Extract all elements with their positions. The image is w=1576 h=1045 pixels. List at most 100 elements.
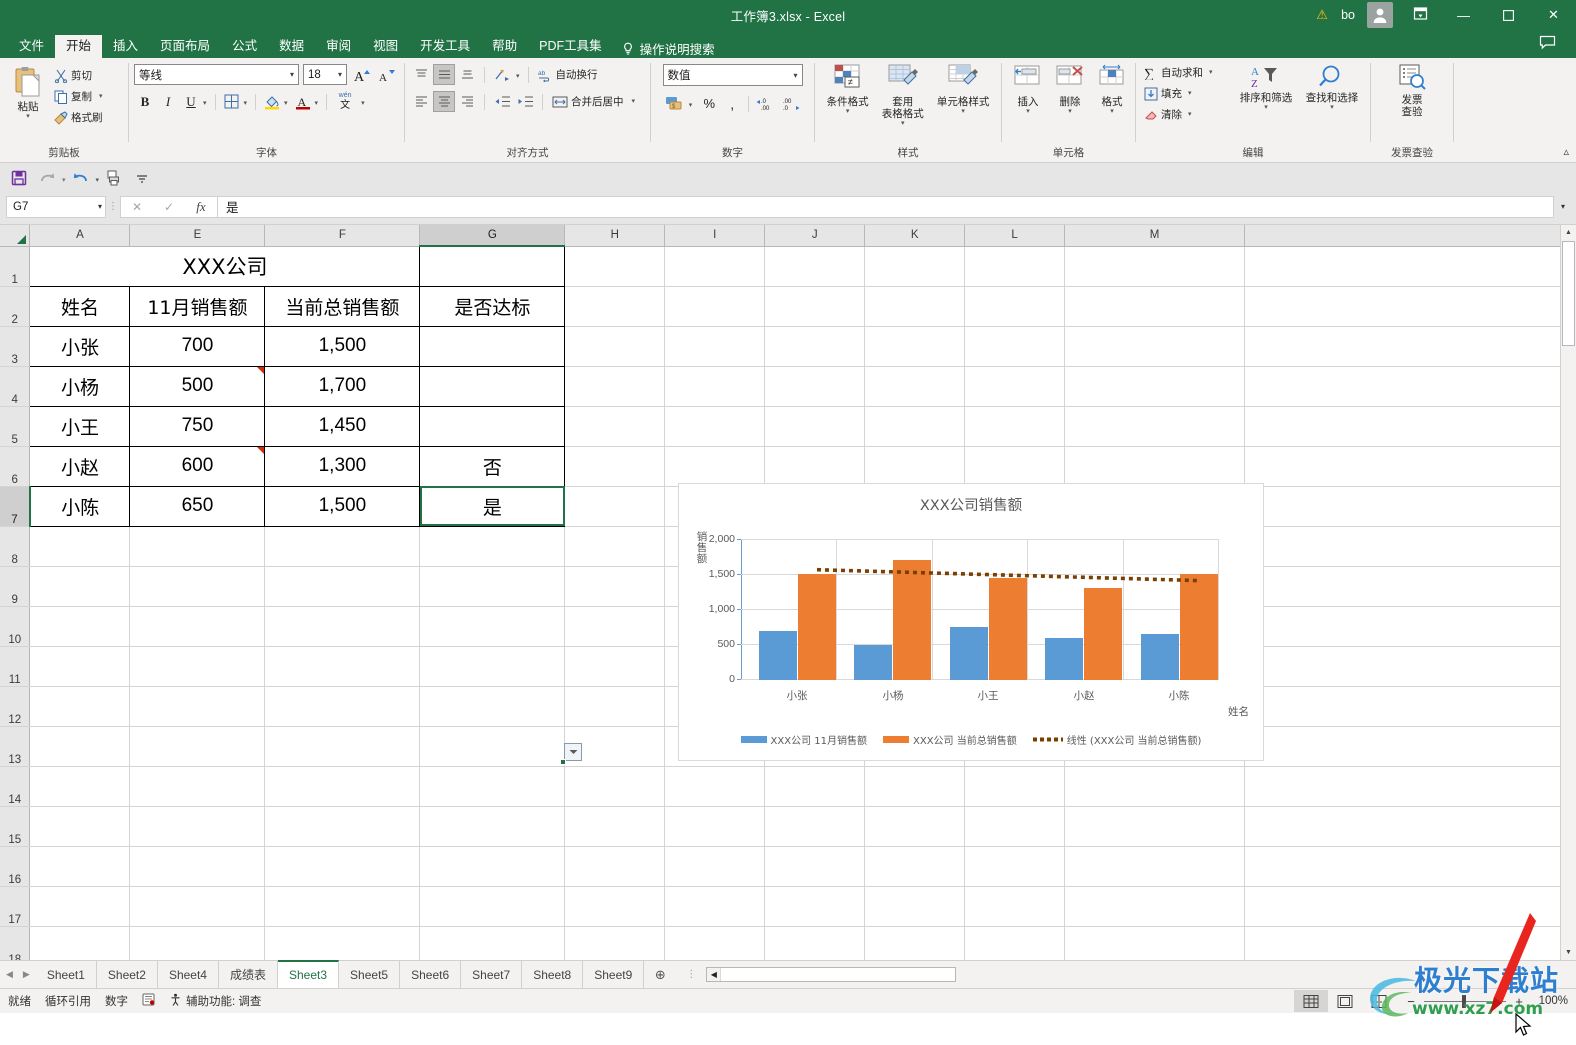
cell-J4[interactable]: [764, 366, 866, 407]
cell-L3[interactable]: [964, 326, 1066, 367]
prev-sheet-icon[interactable]: ◀: [6, 969, 13, 980]
chevron-down-icon[interactable]: ▾: [1188, 111, 1192, 118]
close-button[interactable]: ✕: [1531, 0, 1576, 30]
cell-K3[interactable]: [864, 326, 966, 367]
cell-H12[interactable]: [564, 686, 666, 727]
legend-item-series1[interactable]: XXX公司 11月销售额: [740, 732, 867, 747]
chart-object[interactable]: XXX公司销售额 销售额 2,000 1,500 1,000 500 0 小张 …: [678, 483, 1264, 761]
warning-triangle-icon[interactable]: ⚠: [1309, 7, 1335, 23]
cell-N14[interactable]: [1244, 766, 1576, 807]
avatar[interactable]: [1367, 2, 1393, 28]
align-bottom-button[interactable]: [456, 64, 478, 85]
cell-I6[interactable]: [664, 446, 766, 487]
insert-cells-button[interactable]: 插入 ▾: [1007, 62, 1049, 117]
column-header-g[interactable]: G: [419, 225, 566, 247]
cell-M15[interactable]: [1064, 806, 1246, 847]
cell-K2[interactable]: [864, 286, 966, 327]
tell-me-search[interactable]: 操作说明搜索: [613, 39, 715, 58]
cell-M3[interactable]: [1064, 326, 1246, 367]
cell-L5[interactable]: [964, 406, 1066, 447]
chevron-down-icon[interactable]: ▾: [1026, 108, 1030, 115]
chevron-down-icon[interactable]: ▾: [203, 100, 207, 107]
cell-G17[interactable]: [419, 886, 566, 927]
accessibility-status[interactable]: 辅助功能: 调查: [169, 993, 261, 1009]
cancel-icon[interactable]: ✕: [121, 197, 153, 217]
cell-I18[interactable]: [664, 926, 766, 960]
chevron-down-icon[interactable]: ▾: [846, 108, 850, 115]
cell-L2[interactable]: [964, 286, 1066, 327]
cell-H5[interactable]: [564, 406, 666, 447]
cell-G16[interactable]: [419, 846, 566, 887]
expand-formula-bar-icon[interactable]: ▾: [1554, 195, 1572, 218]
cell-E12[interactable]: [129, 686, 266, 727]
cell-A7-name[interactable]: 小陈: [29, 485, 131, 527]
row-header-1[interactable]: 1: [0, 246, 31, 287]
chevron-down-icon[interactable]: ▾: [1068, 108, 1072, 115]
cell-G9[interactable]: [419, 566, 566, 607]
cell-L14[interactable]: [964, 766, 1066, 807]
cell-E15[interactable]: [129, 806, 266, 847]
insert-function-icon[interactable]: fx: [185, 197, 217, 217]
column-header-h[interactable]: H: [564, 225, 666, 247]
save-icon[interactable]: [6, 166, 32, 190]
cell-I16[interactable]: [664, 846, 766, 887]
cell-N6[interactable]: [1244, 446, 1576, 487]
cell-F5-total[interactable]: 1,450: [264, 405, 421, 447]
cell-J14[interactable]: [764, 766, 866, 807]
font-size-combo[interactable]: 18 ▾: [303, 64, 347, 85]
row-header-3[interactable]: 3: [0, 326, 31, 367]
cell-H1[interactable]: [564, 246, 666, 287]
cell-L1[interactable]: [964, 246, 1066, 287]
cell-H16[interactable]: [564, 846, 666, 887]
cell-H11[interactable]: [564, 646, 666, 687]
cell-H9[interactable]: [564, 566, 666, 607]
chevron-down-icon[interactable]: ▾: [98, 202, 102, 211]
cell-J2[interactable]: [764, 286, 866, 327]
cell-G8[interactable]: [419, 526, 566, 567]
column-header-overflow[interactable]: [1244, 225, 1576, 247]
cell-F14[interactable]: [264, 766, 421, 807]
cell-A1-title[interactable]: XXX公司: [29, 245, 421, 287]
cell-N17[interactable]: [1244, 886, 1576, 927]
formula-input[interactable]: 是: [218, 195, 1554, 218]
horizontal-scrollbar[interactable]: ◀: [706, 967, 957, 982]
cell-N1[interactable]: [1244, 246, 1576, 287]
cell-M1[interactable]: [1064, 246, 1246, 287]
sheet-tab-sheet7[interactable]: Sheet7: [461, 961, 523, 988]
cell-A11[interactable]: [29, 646, 131, 687]
cell-L17[interactable]: [964, 886, 1066, 927]
column-header-e[interactable]: E: [129, 225, 266, 247]
zoom-slider[interactable]: [1424, 994, 1506, 1008]
cell-F13[interactable]: [264, 726, 421, 767]
cell-N12[interactable]: [1244, 686, 1576, 727]
format-painter-button[interactable]: 格式刷: [51, 107, 106, 128]
cell-G15[interactable]: [419, 806, 566, 847]
cell-G18[interactable]: [419, 926, 566, 960]
normal-view-icon[interactable]: [1294, 990, 1328, 1012]
phonetic-guide-icon[interactable]: wén 文: [332, 91, 358, 112]
zoom-level-label[interactable]: 100%: [1534, 995, 1576, 1007]
cell-H17[interactable]: [564, 886, 666, 927]
row-header-5[interactable]: 5: [0, 406, 31, 447]
cell-G3-ok[interactable]: [419, 325, 566, 367]
ribbon-tab-insert[interactable]: 插入: [102, 35, 149, 59]
cell-M4[interactable]: [1064, 366, 1246, 407]
next-sheet-icon[interactable]: ▶: [23, 969, 30, 980]
cell-I17[interactable]: [664, 886, 766, 927]
row-header-15[interactable]: 15: [0, 806, 31, 847]
borders-icon[interactable]: [221, 91, 243, 112]
cell-G10[interactable]: [419, 606, 566, 647]
chevron-down-icon[interactable]: ▾: [1188, 90, 1192, 97]
cell-J17[interactable]: [764, 886, 866, 927]
merge-center-button[interactable]: 合并后居中 ▾: [549, 91, 638, 112]
cell-A16[interactable]: [29, 846, 131, 887]
row-header-2[interactable]: 2: [0, 286, 31, 327]
delete-cells-button[interactable]: 删除 ▾: [1049, 62, 1091, 117]
cell-L4[interactable]: [964, 366, 1066, 407]
row-header-10[interactable]: 10: [0, 606, 31, 647]
worksheet-grid[interactable]: A E F G H I J K L M 1 XXX公司 2 姓名 11月销售额 …: [0, 225, 1576, 960]
confirm-check-icon[interactable]: ✓: [153, 197, 185, 217]
number-format-combo[interactable]: 数值 ▾: [662, 64, 803, 86]
cell-F18[interactable]: [264, 926, 421, 960]
row-header-13[interactable]: 13: [0, 726, 31, 767]
